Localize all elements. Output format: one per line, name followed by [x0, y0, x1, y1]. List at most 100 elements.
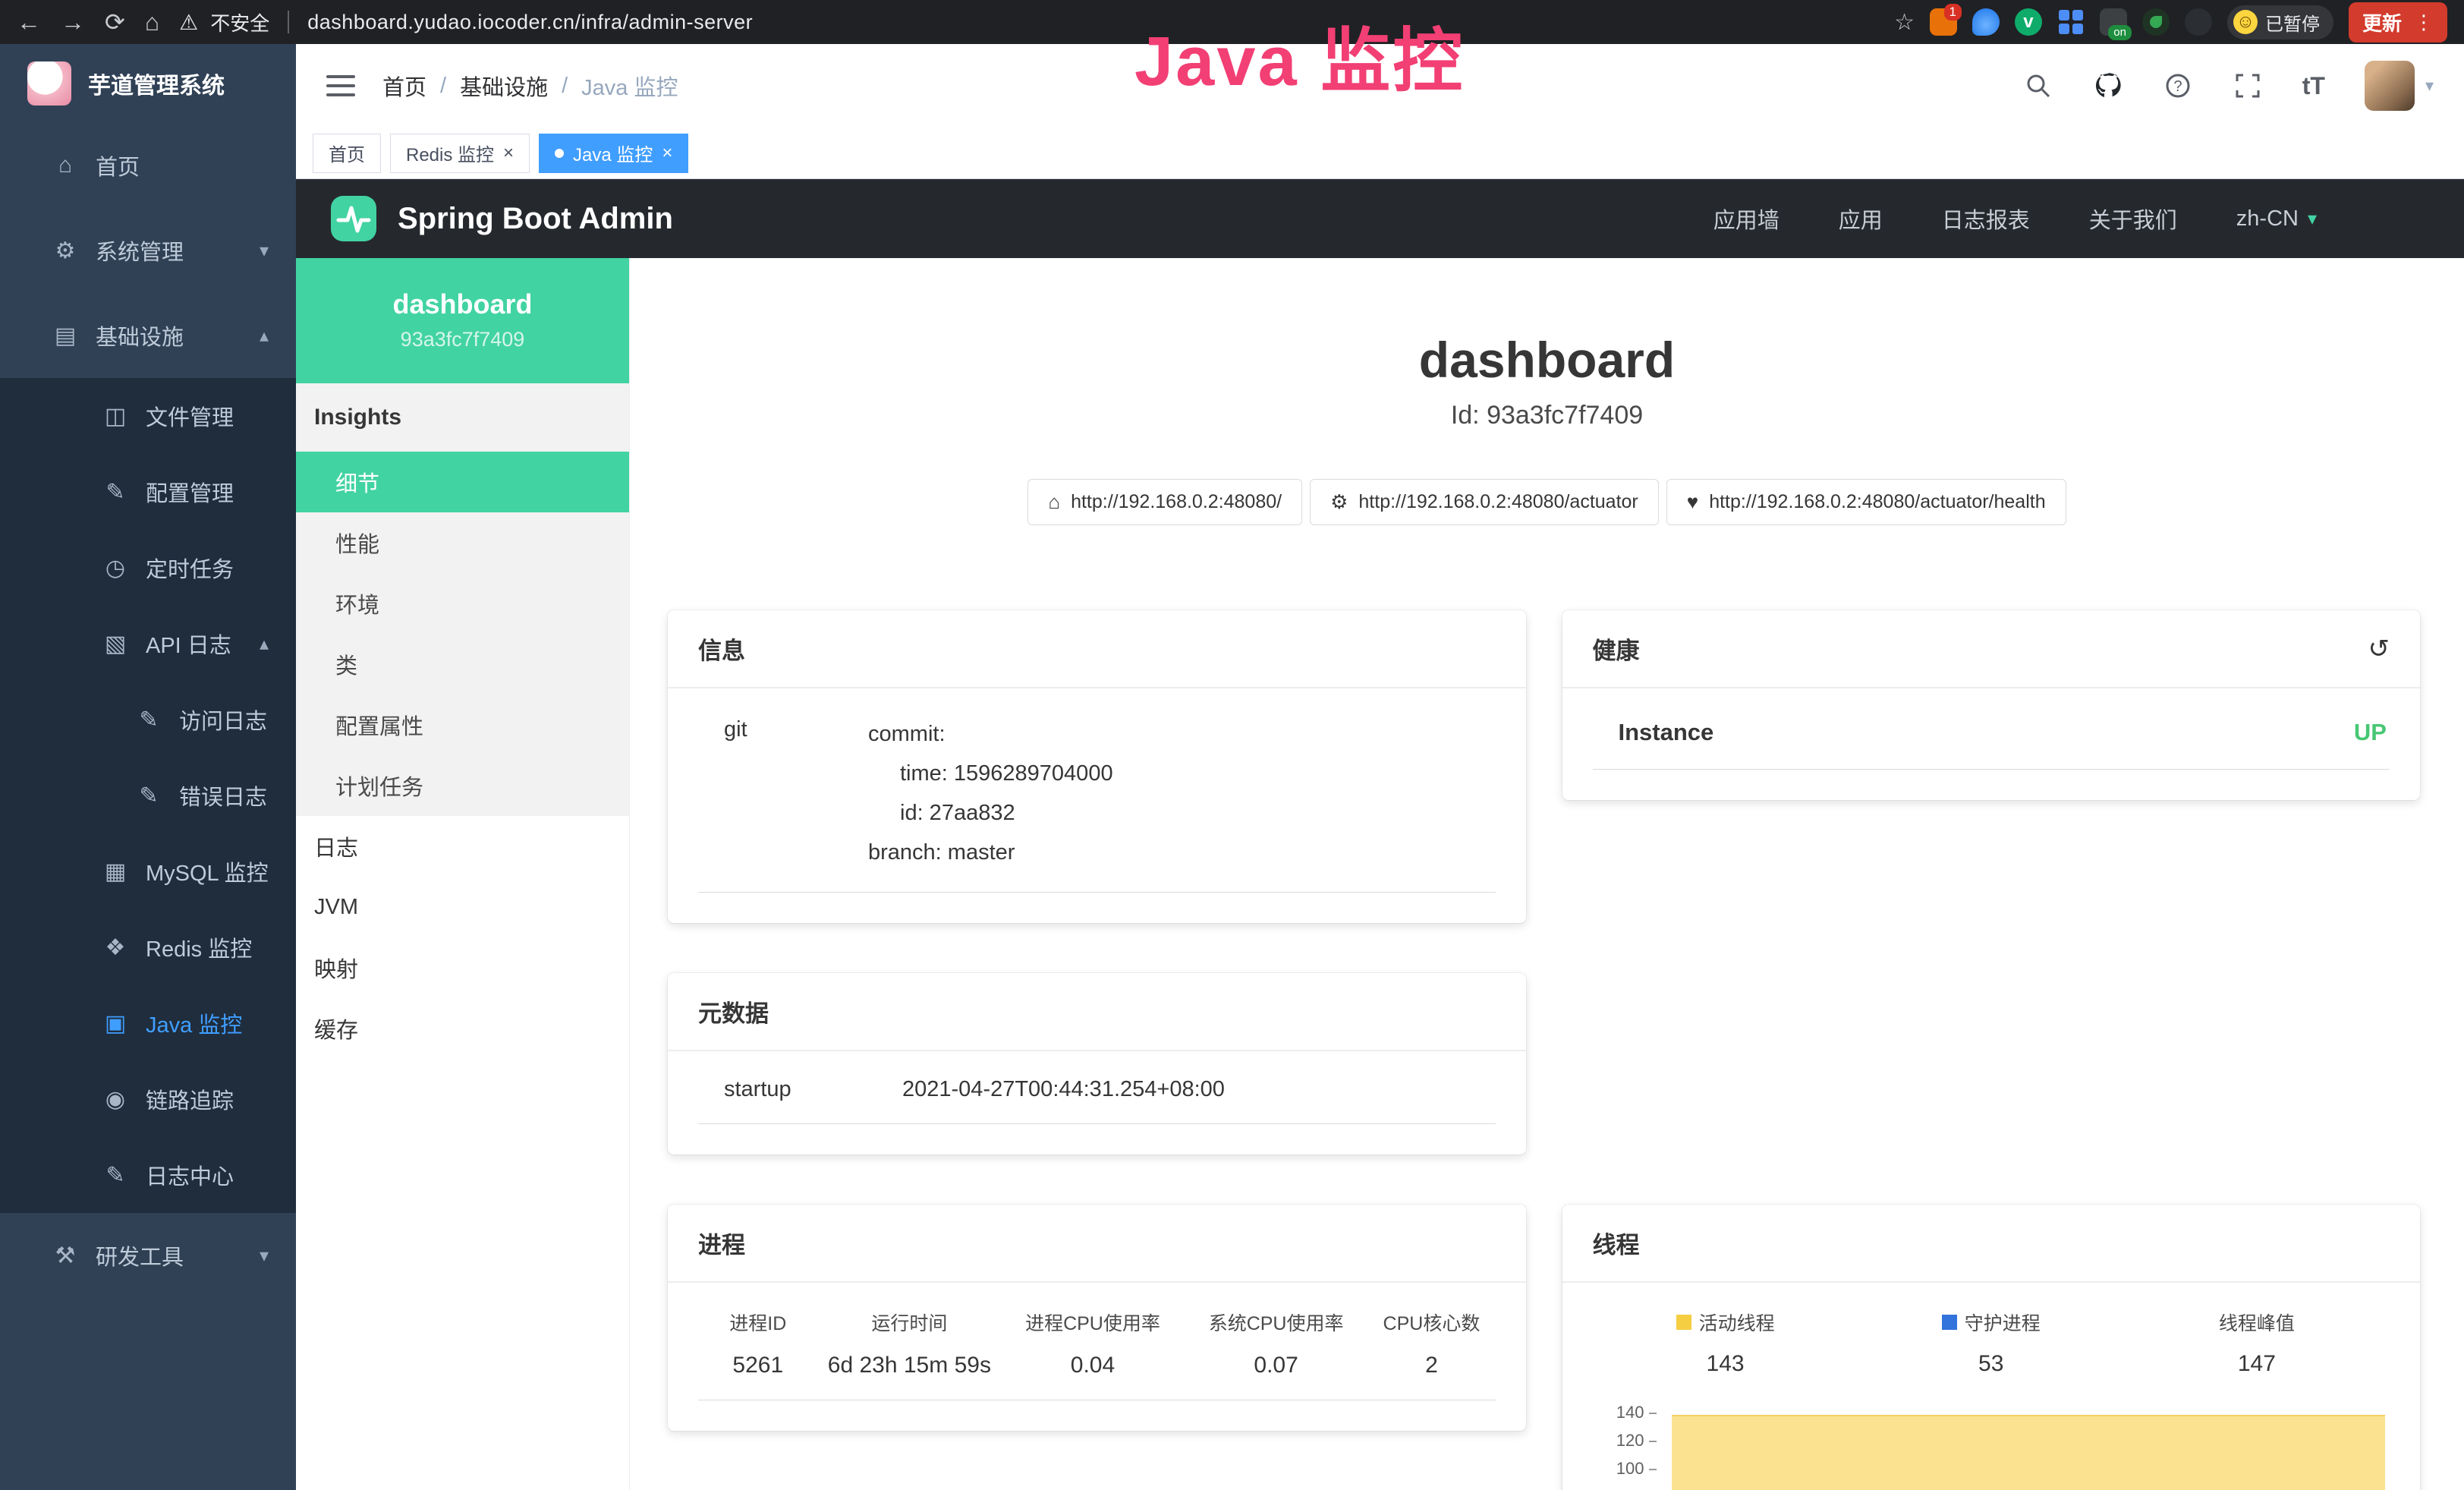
legend-value: 147: [2124, 1351, 2390, 1377]
breadcrumb-home[interactable]: 首页: [382, 70, 426, 102]
sidebar-item-file-management[interactable]: ◫ 文件管理: [0, 378, 296, 454]
extension-icon[interactable]: [2057, 8, 2085, 36]
sidebar-item-scheduled-tasks[interactable]: ◷ 定时任务: [0, 530, 296, 606]
chrome-update-button[interactable]: 更新 ⋮: [2349, 2, 2447, 43]
sba-item-scheduled-tasks[interactable]: 计划任务: [296, 755, 629, 816]
font-size-icon[interactable]: tT: [2302, 72, 2325, 100]
url-text[interactable]: dashboard.yudao.iocoder.cn/infra/admin-s…: [307, 11, 753, 34]
sidebar-collapse-icon[interactable]: [326, 75, 355, 96]
column-header: 系统CPU使用率: [1185, 1309, 1368, 1336]
sidebar-logo-row[interactable]: 芋道管理系统: [0, 44, 296, 123]
process-cpu-usage: 0.04: [1001, 1353, 1185, 1378]
sba-item-classes[interactable]: 类: [296, 634, 629, 695]
column-header: 运行时间: [818, 1309, 1002, 1336]
sba-item-environment[interactable]: 环境: [296, 573, 629, 634]
actuator-url-button[interactable]: ⚙ http://192.168.0.2:48080/actuator: [1310, 479, 1659, 525]
y-axis-tick: 120: [1593, 1431, 1657, 1451]
tags-view: 首页 Redis 监控 × Java 监控 ×: [296, 128, 2464, 179]
health-url-button[interactable]: ♥ http://192.168.0.2:48080/actuator/heal…: [1666, 479, 2066, 525]
system-cpu-usage: 0.07: [1185, 1353, 1368, 1378]
bookmark-star-icon[interactable]: ☆: [1894, 9, 1915, 36]
sba-item-metrics[interactable]: 性能: [296, 512, 629, 573]
sidebar-item-label: 链路追踪: [146, 1083, 234, 1115]
tab-redis-monitor[interactable]: Redis 监控 ×: [390, 134, 530, 173]
caret-down-icon: ▾: [2308, 208, 2317, 230]
back-icon[interactable]: ←: [17, 10, 41, 34]
user-menu[interactable]: ▾: [2365, 61, 2434, 111]
history-icon[interactable]: ↺: [2368, 634, 2390, 664]
sba-item-logs[interactable]: 日志: [296, 816, 629, 877]
status-badge: UP: [2354, 719, 2387, 746]
service-url-button[interactable]: ⌂ http://192.168.0.2:48080/: [1027, 479, 1302, 525]
sidebar-item-infrastructure[interactable]: ▤ 基础设施 ▴: [0, 293, 296, 378]
breadcrumb-infrastructure[interactable]: 基础设施: [460, 70, 548, 102]
sidebar-item-home[interactable]: ⌂ 首页: [0, 123, 296, 208]
sba-locale-select[interactable]: zh-CN ▾: [2236, 206, 2317, 232]
sba-nav-wall[interactable]: 应用墙: [1713, 203, 1780, 235]
sba-nav-about[interactable]: 关于我们: [2089, 203, 2177, 235]
clock-icon: ◷: [100, 555, 131, 581]
sidebar-item-mysql-monitor[interactable]: ▦ MySQL 监控: [0, 833, 296, 909]
log-doc-icon: ✎: [134, 707, 164, 733]
sba-item-details[interactable]: 细节: [296, 452, 629, 512]
info-key: git: [724, 714, 868, 872]
address-bar[interactable]: ⚠ 不安全 dashboard.yudao.iocoder.cn/infra/a…: [179, 8, 1874, 36]
forward-icon[interactable]: →: [61, 10, 85, 34]
sba-nav-journal[interactable]: 日志报表: [1942, 203, 2030, 235]
cpu-count: 2: [1367, 1353, 1495, 1378]
extensions-puzzle-icon[interactable]: [2185, 8, 2212, 36]
tab-java-monitor[interactable]: Java 监控 ×: [539, 134, 688, 173]
health-instance-row[interactable]: Instance UP: [1593, 714, 2390, 770]
sidebar-item-system[interactable]: ⚙ 系统管理 ▾: [0, 208, 296, 293]
sba-item-mappings[interactable]: 映射: [296, 937, 629, 998]
reload-icon[interactable]: ⟳: [105, 10, 125, 34]
sba-item-caches[interactable]: 缓存: [296, 998, 629, 1059]
home-icon[interactable]: ⌂: [145, 10, 159, 34]
sba-logo-icon[interactable]: [329, 194, 378, 243]
sidebar-item-label: Java 监控: [146, 1007, 242, 1039]
chrome-menu-icon[interactable]: ⋮: [2414, 11, 2434, 34]
sidebar-item-config-management[interactable]: ✎ 配置管理: [0, 454, 296, 530]
sidebar-menu: ⌂ 首页 ⚙ 系统管理 ▾ ▤ 基础设施 ▴ ◫ 文件管理: [0, 123, 296, 1298]
profile-chip[interactable]: ☺ 已暂停: [2227, 5, 2333, 39]
extension-icon[interactable]: [2142, 8, 2170, 36]
legend-label: 线程峰值: [2219, 1309, 2295, 1336]
sidebar-item-label: 研发工具: [96, 1240, 184, 1271]
sba-item-config-props[interactable]: 配置属性: [296, 695, 629, 755]
extension-icon[interactable]: [1972, 8, 2000, 36]
sba-instance-block[interactable]: dashboard 93a3fc7f7409: [296, 258, 629, 383]
sidebar-item-java-monitor[interactable]: ▣ Java 监控: [0, 985, 296, 1061]
locale-label: zh-CN: [2236, 206, 2299, 232]
metadata-row: startup 2021-04-27T00:44:31.254+08:00: [698, 1077, 1496, 1124]
sba-main: dashboard Id: 93a3fc7f7409 ⌂ http://192.…: [630, 258, 2464, 1490]
screen: ← → ⟳ ⌂ ⚠ 不安全 dashboard.yudao.iocoder.cn…: [0, 0, 2464, 1490]
extension-icon[interactable]: on: [2100, 8, 2127, 36]
avatar[interactable]: [2365, 61, 2415, 111]
help-icon[interactable]: ?: [2163, 71, 2193, 101]
security-warning-icon[interactable]: ⚠: [179, 10, 198, 35]
sba-item-jvm[interactable]: JVM: [296, 877, 629, 937]
github-icon[interactable]: [2093, 71, 2123, 101]
sidebar-item-dev-tools[interactable]: ⚒ 研发工具 ▾: [0, 1213, 296, 1298]
extension-icon[interactable]: v: [2015, 8, 2042, 36]
close-icon[interactable]: ×: [662, 144, 672, 162]
info-card-content: git commit: time: 1596289704000 id: 27aa…: [668, 688, 1526, 923]
close-icon[interactable]: ×: [503, 144, 514, 162]
search-icon[interactable]: [2023, 71, 2053, 101]
update-label: 更新: [2362, 8, 2402, 36]
breadcrumb: 首页 / 基础设施 / Java 监控: [382, 70, 678, 102]
fullscreen-icon[interactable]: [2233, 71, 2263, 101]
legend-label: 活动线程: [1699, 1309, 1775, 1336]
tab-home[interactable]: 首页: [313, 134, 381, 173]
sidebar-item-log-center[interactable]: ✎ 日志中心: [0, 1137, 296, 1213]
sidebar-item-access-logs[interactable]: ✎ 访问日志: [0, 682, 296, 758]
sidebar-item-error-logs[interactable]: ✎ 错误日志: [0, 758, 296, 833]
sba-brand[interactable]: Spring Boot Admin: [398, 202, 673, 236]
sba-nav-applications[interactable]: 应用: [1839, 203, 1883, 235]
sidebar-item-api-logs[interactable]: ▧ API 日志 ▴: [0, 606, 296, 682]
sidebar-item-redis-monitor[interactable]: ❖ Redis 监控: [0, 909, 296, 985]
sidebar-item-tracing[interactable]: ◉ 链路追踪: [0, 1061, 296, 1137]
extension-icon[interactable]: 1: [1930, 8, 1957, 36]
insights-section-title: Insights: [296, 383, 629, 452]
security-label[interactable]: 不安全: [210, 8, 269, 36]
